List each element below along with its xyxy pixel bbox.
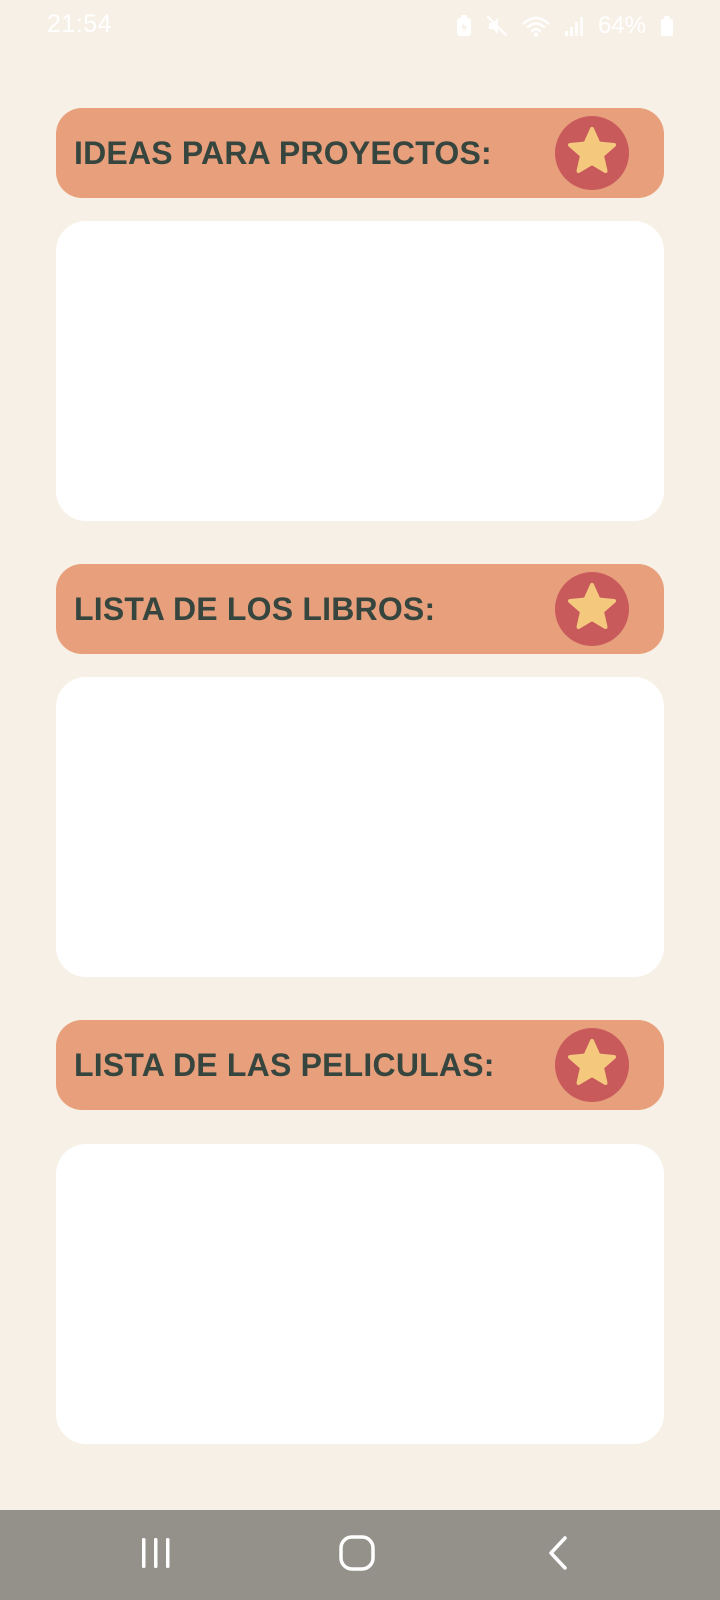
card-title: LISTA DE LAS PELICULAS:: [74, 1047, 495, 1083]
card-header-movies: LISTA DE LAS PELICULAS:: [56, 1020, 664, 1110]
battery-percentage: 64%: [597, 12, 646, 39]
card-content-books[interactable]: [56, 677, 664, 977]
card-content-projects[interactable]: [56, 221, 664, 521]
favorite-button[interactable]: [555, 116, 629, 190]
wifi-icon: [522, 15, 550, 37]
navigation-bar: [0, 1510, 720, 1600]
favorite-button[interactable]: [555, 572, 629, 646]
back-button[interactable]: [529, 1530, 589, 1580]
recent-apps-icon: [139, 1536, 173, 1575]
status-bar: 21:54 64%: [0, 0, 720, 52]
star-icon: [566, 1037, 618, 1094]
favorite-button[interactable]: [555, 1028, 629, 1102]
battery-saver-icon: [456, 15, 472, 37]
card-header-books: LISTA DE LOS LIBROS:: [56, 564, 664, 654]
card-title: LISTA DE LOS LIBROS:: [74, 591, 436, 627]
recent-apps-button[interactable]: [126, 1530, 186, 1580]
status-icons: 64%: [456, 12, 674, 40]
star-icon: [566, 125, 618, 182]
star-icon: [566, 581, 618, 638]
back-icon: [544, 1535, 574, 1576]
mute-icon: [486, 15, 508, 37]
home-icon: [338, 1534, 376, 1577]
home-button[interactable]: [327, 1530, 387, 1580]
battery-icon: [660, 15, 674, 37]
card-header-projects: IDEAS PARA PROYECTOS:: [56, 108, 664, 198]
signal-icon: [564, 15, 584, 37]
card-title: IDEAS PARA PROYECTOS:: [74, 135, 492, 171]
status-time: 21:54: [47, 10, 113, 38]
card-content-movies[interactable]: [56, 1144, 664, 1444]
